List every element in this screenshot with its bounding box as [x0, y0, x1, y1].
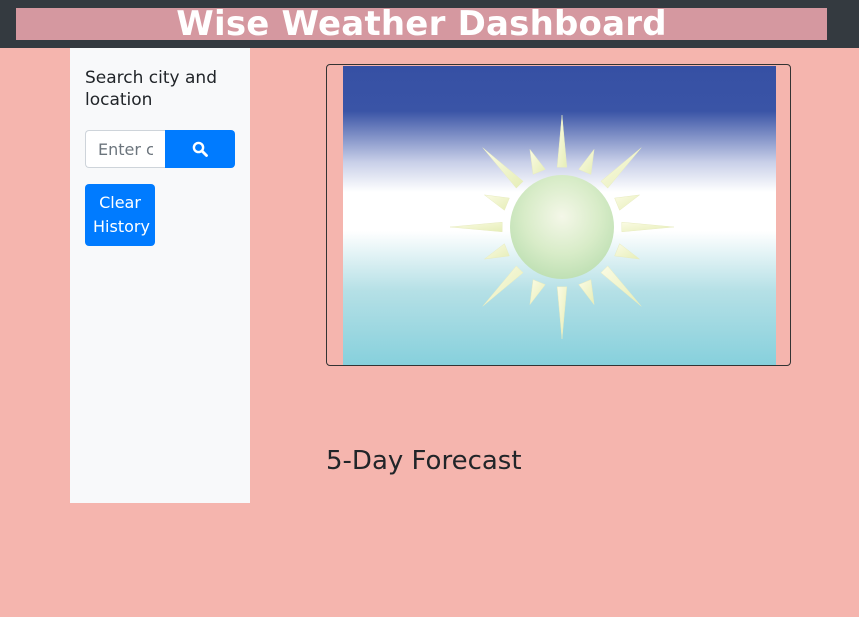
- page-title: Wise Weather Dashboard: [176, 8, 667, 40]
- forecast-heading: 5-Day Forecast: [326, 446, 522, 476]
- title-banner: Wise Weather Dashboard: [16, 8, 827, 40]
- search-button[interactable]: [165, 130, 235, 168]
- search-sidebar: Search city and location Clear History: [70, 48, 250, 503]
- search-label: Search city and location: [85, 68, 217, 110]
- city-search-input[interactable]: [85, 130, 165, 168]
- clear-history-button[interactable]: Clear History: [85, 184, 155, 246]
- search-icon: [192, 141, 208, 157]
- current-weather-card: [326, 64, 791, 366]
- sun-icon: [343, 66, 776, 365]
- top-navbar: Wise Weather Dashboard: [0, 0, 859, 48]
